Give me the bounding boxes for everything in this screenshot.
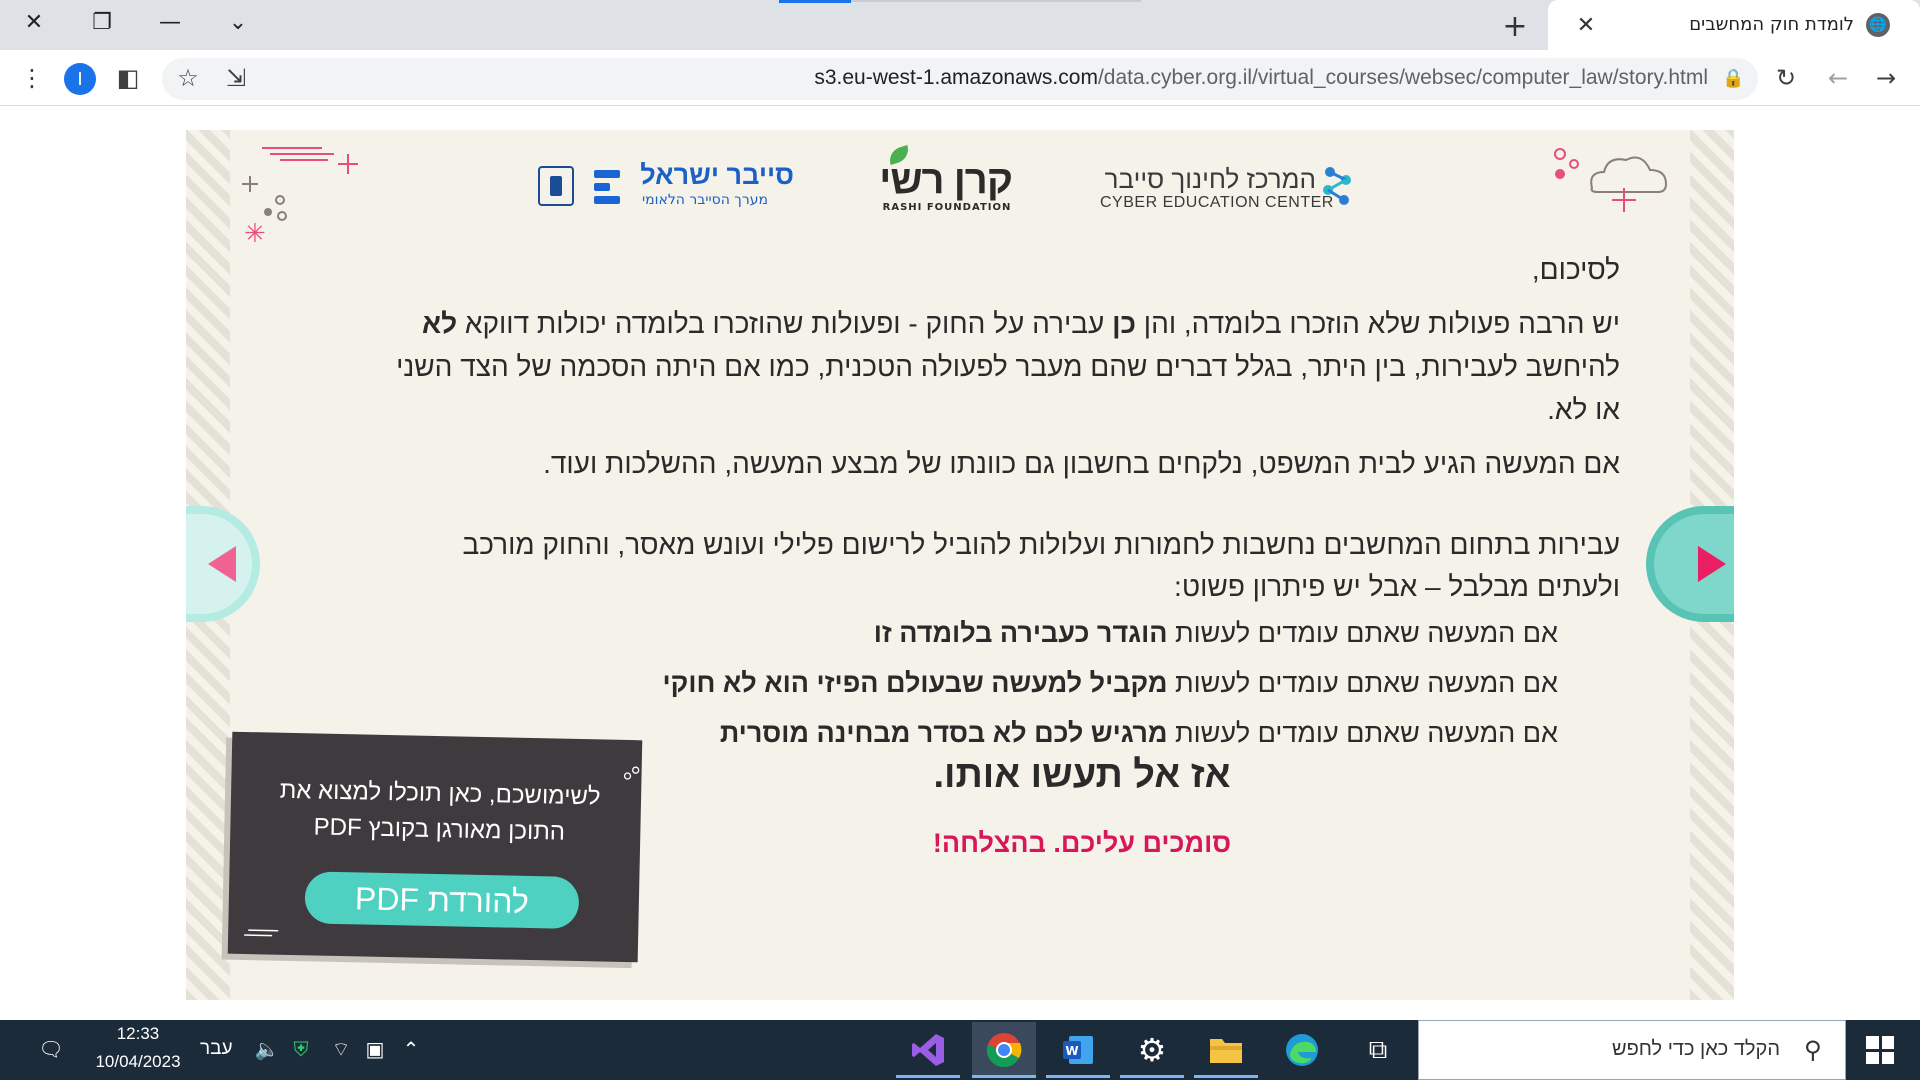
cyber-israel-logo-mark [594, 170, 624, 204]
folder-icon [1210, 1039, 1242, 1063]
tab-close-button[interactable]: ✕ [1572, 10, 1600, 40]
rashi-logo-subtitle: RASHI FOUNDATION [882, 202, 1012, 213]
search-icon: ⚲ [1804, 1036, 1822, 1064]
cec-logo-mark [1323, 167, 1351, 205]
tab-strip-divider [851, 0, 1141, 2]
minimize-icon: — [159, 9, 181, 35]
course-slide: ✳ סייבר ישראל מערך הסייבר הלאומי קרן רשי… [186, 130, 1734, 1000]
cec-logo-english: CYBER EDUCATION CENTER [1100, 194, 1334, 211]
new-tab-button[interactable]: + [1497, 8, 1533, 44]
cyber-israel-logo-text: סייבר ישראל [640, 160, 794, 190]
conclusion-text: אז אל תעשו אותו. [933, 754, 1231, 796]
decorative-doodles-left: ✳ [242, 147, 358, 249]
back-button[interactable]: ← [1820, 60, 1856, 96]
taskbar-visual-studio[interactable] [896, 1022, 960, 1078]
search-placeholder: הקלד כאן כדי לחפש [1611, 1038, 1780, 1060]
chrome-icon [986, 1033, 1022, 1068]
app-running-indicator [972, 1075, 1036, 1078]
side-panel-icon: ◧ [116, 64, 140, 92]
show-hidden-icons-chevron-icon[interactable]: ⌃ [396, 1034, 426, 1064]
task-view-icon: ⧉ [1368, 1034, 1388, 1065]
svg-text:W: W [1065, 1044, 1078, 1058]
tab-search-button[interactable]: ⌄ [204, 0, 272, 44]
condition-1: אם המעשה שאתם עומדים לעשות הוגדר כעבירה … [873, 618, 1558, 648]
close-window-button[interactable]: ✕ [0, 0, 68, 44]
taskbar-settings[interactable]: ⚙ [1120, 1022, 1184, 1078]
volume-icon[interactable]: 🔈 [252, 1034, 282, 1064]
visual-studio-icon [912, 1034, 944, 1066]
browser-tab[interactable]: ✕ לומדת חוק המחשבים 🌐 [1548, 0, 1920, 52]
word-icon: W [1063, 1036, 1093, 1064]
israel-emblem-logo [538, 166, 574, 206]
paragraph-1: יש הרבה פעולות שלא הוזכרו בלומדה, והן כן… [396, 308, 1620, 425]
side-panel-button[interactable]: ◧ [110, 60, 146, 96]
menu-icon: ⋮ [20, 64, 44, 92]
arrow-right-icon [1698, 546, 1726, 582]
forward-icon: → [1875, 64, 1897, 92]
gear-icon: ⚙ [1137, 1031, 1167, 1069]
clock-time[interactable]: 12:33 [98, 1024, 178, 1044]
clock-date[interactable]: 10/04/2023 [86, 1052, 190, 1072]
security-shield-icon[interactable]: ⛨ [286, 1034, 316, 1064]
condition-2: אם המעשה שאתם עומדים לעשות מקביל למעשה ש… [662, 668, 1558, 698]
pdf-card-text: לשימושכם, כאן תוכלו למצוא את התוכן מאורג… [279, 776, 601, 846]
windows-start-button[interactable] [1866, 1036, 1894, 1064]
input-language[interactable]: עבר [200, 1038, 233, 1060]
url-text[interactable]: s3.eu-west-1.amazonaws.com/data.cyber.or… [814, 66, 1708, 90]
meet-now-icon[interactable]: ▣ [360, 1034, 390, 1064]
taskbar-edge[interactable] [1270, 1022, 1334, 1078]
reload-button[interactable]: ↻ [1768, 60, 1804, 96]
close-icon: ✕ [24, 9, 44, 35]
profile-avatar[interactable]: I [64, 63, 96, 95]
app-running-indicator [896, 1075, 960, 1078]
reload-icon: ↻ [1775, 64, 1797, 92]
taskbar-chrome[interactable] [972, 1022, 1036, 1078]
app-running-indicator [1120, 1075, 1184, 1078]
app-running-indicator [1194, 1075, 1258, 1078]
bookmark-button[interactable]: ☆ [170, 60, 206, 96]
bookmark-star-icon: ☆ [177, 64, 199, 92]
card-decoration-lines [244, 929, 279, 937]
loading-indicator [779, 0, 851, 3]
tab-search-icon: ⌄ [228, 9, 248, 35]
cec-logo-hebrew: המרכז לחינוך סייבר [1104, 164, 1316, 194]
share-button[interactable]: ⇲ [218, 60, 254, 96]
wifi-icon[interactable]: ⌔ [326, 1034, 356, 1064]
restore-icon: ❐ [92, 9, 112, 35]
taskbar-word[interactable]: W [1046, 1022, 1110, 1078]
rashi-logo-text: קרן רשי [879, 158, 1013, 202]
decorative-cloud-doodle [1554, 148, 1668, 212]
restore-window-button[interactable]: ❐ [68, 0, 136, 44]
notifications-icon[interactable]: 🗨 [36, 1034, 66, 1064]
arrow-left-icon [208, 546, 236, 582]
new-tab-icon: + [1502, 8, 1528, 44]
summary-heading: לסיכום, [1531, 254, 1620, 285]
download-pdf-button[interactable]: להורדת PDF [304, 871, 580, 930]
cyber-israel-logo-subtitle: מערך הסייבר הלאומי [642, 192, 768, 208]
forward-button[interactable]: → [1868, 60, 1904, 96]
minimize-window-button[interactable]: — [136, 0, 204, 44]
card-decoration-dots [623, 766, 640, 780]
good-luck-text: סומכים עליכם. בהצלחה! [932, 828, 1232, 858]
taskbar-file-explorer[interactable] [1194, 1022, 1258, 1078]
close-icon: ✕ [1576, 12, 1596, 38]
tab-title: לומדת חוק המחשבים [1689, 14, 1854, 35]
previous-slide-button[interactable] [186, 506, 260, 622]
paragraph-3: עבירות בתחום המחשבים נחשבות לחמורות ועלו… [462, 529, 1620, 602]
lock-icon[interactable]: 🔒 [1722, 68, 1744, 89]
paragraph-2: אם המעשה הגיע לבית המשפט, נלקחים בחשבון … [543, 448, 1620, 479]
title-bar: ✕ ❐ — ⌄ + ✕ לומדת חוק המחשבים 🌐 [0, 0, 1920, 52]
share-icon: ⇲ [225, 64, 247, 92]
menu-button[interactable]: ⋮ [14, 60, 50, 96]
back-icon: ← [1827, 64, 1849, 92]
globe-icon: 🌐 [1866, 13, 1890, 37]
next-slide-button[interactable] [1646, 506, 1734, 622]
edge-icon [1286, 1034, 1318, 1066]
pdf-download-card: לשימושכם, כאן תוכלו למצוא את התוכן מאורג… [227, 731, 643, 963]
svg-text:✳: ✳ [244, 219, 266, 249]
app-running-indicator [1046, 1075, 1110, 1078]
taskbar-task-view[interactable]: ⧉ [1346, 1022, 1410, 1078]
